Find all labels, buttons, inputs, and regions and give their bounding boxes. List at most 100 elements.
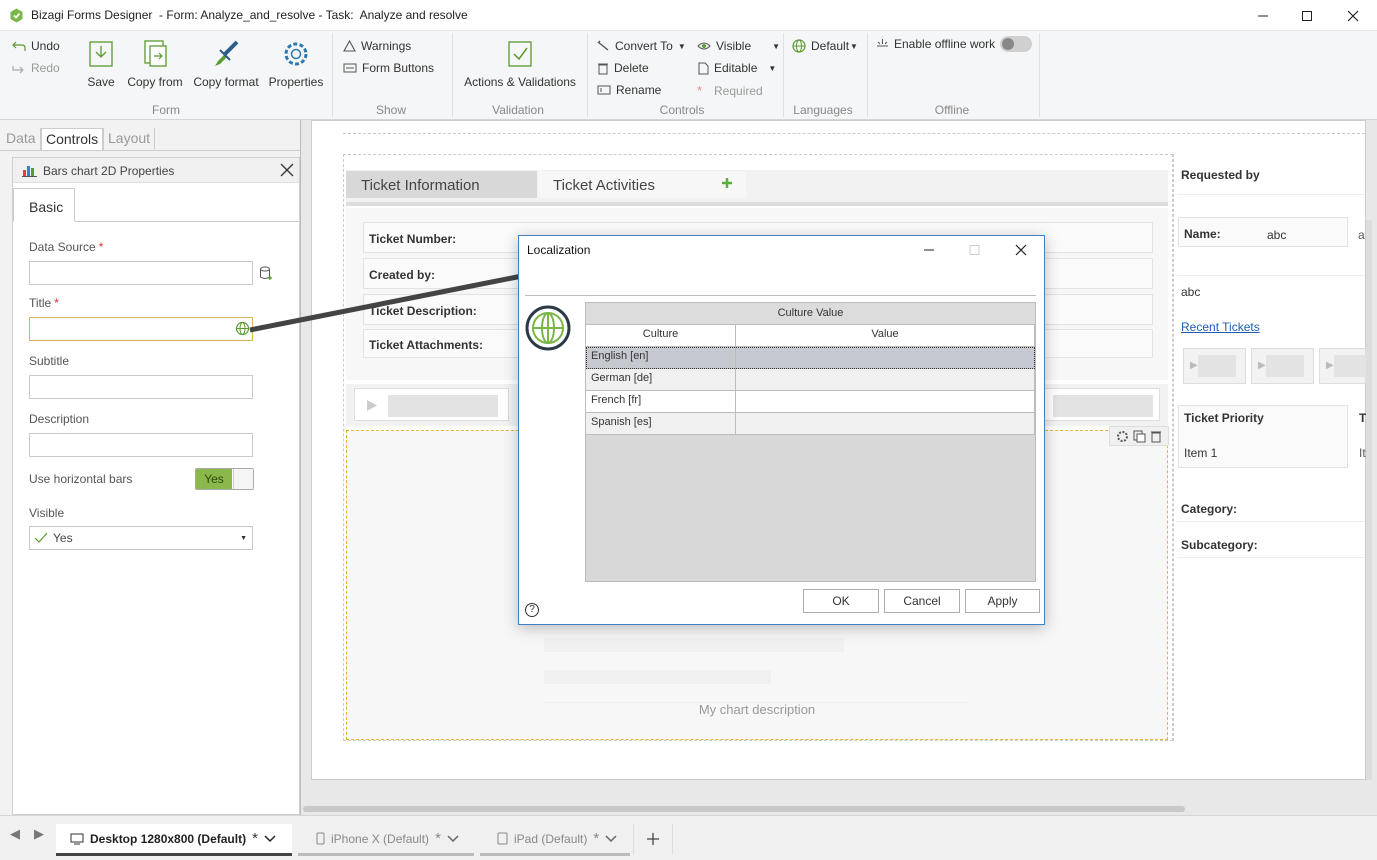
toggle-switch[interactable]	[1000, 36, 1033, 52]
tab-basic[interactable]: Basic	[13, 188, 75, 222]
tab-ticket-information[interactable]: Ticket Information	[346, 171, 537, 198]
enable-offline-toggle[interactable]: Enable offline work	[876, 36, 1033, 52]
annotation-arrow	[249, 262, 545, 333]
chart-bar-placeholder	[544, 670, 771, 684]
value-cell[interactable]	[736, 369, 1035, 391]
value-cell[interactable]	[736, 391, 1035, 413]
title-bar: Bizagi Forms Designer - Form: Analyze_an…	[0, 0, 1377, 31]
recent-tickets-link[interactable]: Recent Tickets	[1181, 320, 1260, 334]
properties-title: Bars chart 2D Properties	[43, 164, 175, 178]
rename-button[interactable]: Rename	[597, 83, 661, 97]
cancel-button[interactable]: Cancel	[884, 589, 960, 613]
placeholder-button[interactable]: ▶	[1251, 348, 1314, 384]
culture-cell: Spanish [es]	[586, 413, 736, 435]
language-default-dropdown[interactable]: Default ▼	[792, 39, 858, 53]
tab-iphone[interactable]: iPhone X (Default) *	[298, 824, 474, 856]
tab-ipad[interactable]: iPad (Default) *	[480, 824, 630, 856]
warnings-button[interactable]: Warnings	[343, 39, 411, 53]
ribbon: Undo Redo Save Copy from Copy format Pro…	[0, 31, 1377, 120]
horizontal-bars-label: Use horizontal bars	[29, 472, 133, 486]
grid-row[interactable]: Spanish [es]	[586, 413, 1035, 435]
tab-layout[interactable]: Layout	[103, 128, 156, 150]
vertical-scrollbar[interactable]	[1366, 220, 1372, 780]
scroll-left-icon[interactable]: ◀	[10, 826, 20, 842]
convert-to-button[interactable]: Convert To ▼	[597, 39, 686, 53]
description-input[interactable]	[29, 433, 253, 457]
tab-data[interactable]: Data	[2, 128, 41, 150]
subtitle-label: Subtitle	[29, 354, 70, 368]
copy-icon[interactable]	[1133, 430, 1146, 443]
play-icon: ▶	[1190, 360, 1198, 371]
dropdown-caret-icon: ▼	[677, 41, 686, 51]
ok-button[interactable]: OK	[803, 589, 879, 613]
gear-icon	[281, 39, 311, 69]
actions-validations-button[interactable]: Actions & Validations	[462, 39, 578, 89]
redo-button[interactable]: Redo	[12, 61, 60, 75]
grid-row-selected[interactable]: English [en]	[586, 347, 1035, 369]
properties-button[interactable]: Properties	[268, 39, 324, 89]
dialog-minimize-button[interactable]	[919, 242, 939, 258]
save-button[interactable]: Save	[86, 39, 116, 89]
copy-format-button[interactable]: Copy format	[193, 39, 259, 89]
horizontal-scrollbar[interactable]	[303, 806, 1185, 812]
dialog-close-button[interactable]	[1011, 242, 1031, 258]
placeholder-button[interactable]: ▶	[1319, 348, 1366, 384]
value-cell[interactable]	[736, 347, 1035, 369]
visible-button[interactable]: Visible ▼	[697, 39, 780, 53]
tab-divider	[0, 150, 300, 151]
horizontal-bars-toggle[interactable]: Yes	[195, 468, 254, 490]
minimize-button[interactable]	[1240, 0, 1286, 31]
device-tab-bar: ◀ ▶ Desktop 1280x800 (Default) * iPhone …	[0, 815, 1377, 860]
undo-icon	[12, 40, 26, 52]
title-input[interactable]	[29, 317, 253, 341]
value-column-header[interactable]: Value	[736, 325, 1035, 347]
checkmark-box-icon	[506, 39, 534, 69]
grid-row[interactable]: German [de]	[586, 369, 1035, 391]
delete-icon[interactable]	[1150, 430, 1162, 443]
culture-cell: French [fr]	[586, 391, 736, 413]
undo-button[interactable]: Undo	[12, 39, 60, 53]
value-cell[interactable]	[736, 413, 1035, 435]
tab-ticket-activities[interactable]: Ticket Activities	[538, 171, 746, 198]
add-tab-plus-icon[interactable]	[721, 177, 733, 189]
settings-icon[interactable]	[1116, 430, 1129, 443]
localization-dialog: Localization Culture Value Culture Value…	[518, 235, 1045, 625]
tab-controls[interactable]: Controls	[41, 128, 104, 150]
abc-text: abc	[1181, 285, 1201, 299]
close-window-button[interactable]	[1330, 0, 1376, 31]
grid-row[interactable]: French [fr]	[586, 391, 1035, 413]
add-device-button[interactable]	[633, 824, 673, 854]
help-icon[interactable]: ?	[525, 603, 539, 617]
placeholder-button[interactable]: ▶	[1183, 348, 1246, 384]
maximize-button[interactable]	[1284, 0, 1330, 31]
form-buttons-button[interactable]: Form Buttons	[343, 61, 434, 75]
placeholder-button[interactable]	[1044, 388, 1160, 421]
visible-select[interactable]: Yes ▼	[29, 526, 253, 550]
culture-column-header[interactable]: Culture	[586, 325, 736, 347]
apply-button[interactable]: Apply	[965, 589, 1040, 613]
required-button[interactable]: * Required	[697, 83, 763, 98]
dialog-maximize-button[interactable]	[964, 242, 984, 258]
category-label: Category:	[1181, 502, 1238, 516]
window-title: Bizagi Forms Designer - Form: Analyze_an…	[31, 8, 468, 22]
subtitle-input[interactable]	[29, 375, 253, 399]
control-toolbar	[1109, 426, 1169, 446]
bizagi-logo-icon	[9, 8, 24, 23]
scroll-right-icon[interactable]: ▶	[34, 826, 44, 842]
chart-description: My chart description	[698, 702, 816, 717]
ribbon-separator	[783, 33, 784, 117]
placeholder-button[interactable]	[354, 388, 509, 421]
button-placeholder-bar	[388, 395, 498, 417]
chevron-down-icon	[264, 834, 276, 843]
globe-large-icon	[525, 305, 571, 351]
dropdown-caret-icon: ▼	[768, 63, 777, 73]
validation-group-label: Validation	[492, 103, 544, 117]
delete-button[interactable]: Delete	[597, 61, 649, 75]
tab-desktop[interactable]: Desktop 1280x800 (Default) *	[56, 824, 292, 856]
editable-button[interactable]: Editable ▼	[697, 61, 776, 75]
data-source-input[interactable]	[29, 261, 253, 285]
copy-from-button[interactable]: Copy from	[126, 39, 184, 89]
globe-icon	[792, 39, 806, 53]
culture-cell: German [de]	[586, 369, 736, 391]
close-properties-button[interactable]	[279, 162, 295, 178]
